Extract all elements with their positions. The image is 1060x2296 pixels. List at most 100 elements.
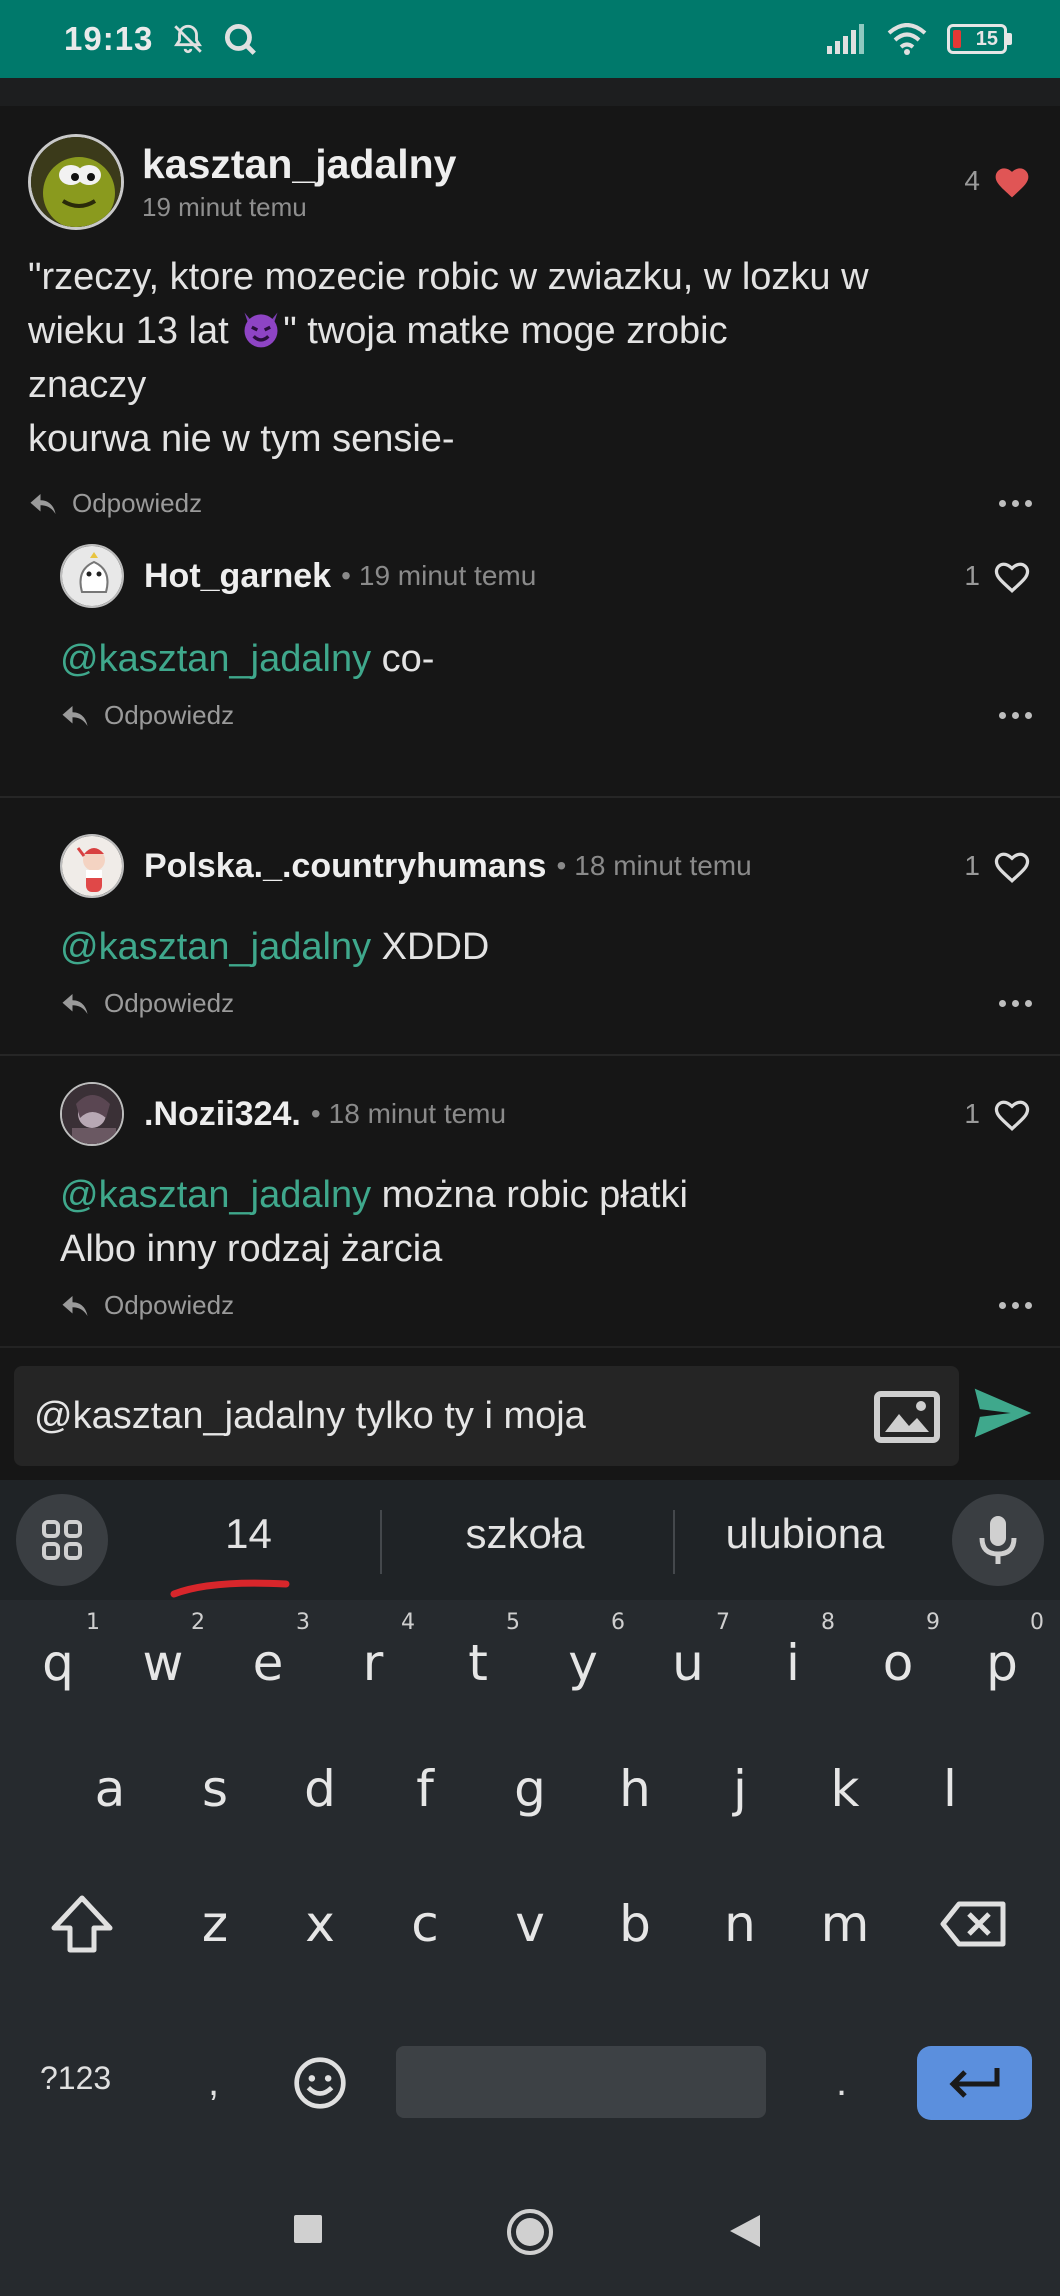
suggestion-divider — [673, 1510, 675, 1574]
comment-text: @kasztan_jadalny można robic płatki Albo… — [60, 1168, 1032, 1276]
key-o[interactable]: o9 — [848, 1604, 948, 1722]
key-k[interactable]: k — [795, 1730, 895, 1848]
nav-back-icon[interactable] — [728, 2213, 762, 2249]
apps-icon[interactable] — [16, 1494, 108, 1586]
heart-icon — [994, 852, 1030, 883]
comment-text-line: można robic płatki — [371, 1174, 688, 1216]
comment-text-line: kourwa nie w tym sensie- — [28, 418, 455, 460]
wifi-icon — [887, 23, 927, 55]
comment-author[interactable]: Polska._.countryhumans — [144, 847, 546, 886]
more-icon[interactable] — [999, 712, 1032, 719]
symbols-key[interactable]: ?123 — [40, 2060, 111, 2097]
comment-author[interactable]: Hot_garnek — [144, 557, 331, 596]
key-b[interactable]: b — [585, 1865, 685, 1983]
more-icon[interactable] — [999, 1302, 1032, 1309]
key-a[interactable]: a — [60, 1730, 160, 1848]
comment-text-line: Albo inny rodzaj żarcia — [60, 1228, 443, 1270]
emoji-icon[interactable] — [270, 2024, 370, 2142]
comment-text: "rzeczy, ktore mozecie robic w zwiazku, … — [28, 250, 1032, 466]
top-strip — [0, 78, 1060, 106]
like-count: 1 — [964, 850, 980, 881]
key-f[interactable]: f — [375, 1730, 475, 1848]
key-r[interactable]: r4 — [323, 1604, 423, 1722]
reply-icon — [62, 1295, 88, 1316]
nav-square-icon[interactable] — [292, 2213, 324, 2245]
backspace-icon[interactable] — [924, 1865, 1024, 1983]
reply-button[interactable]: Odpowiedz — [28, 488, 202, 519]
mention-link[interactable]: @kasztan_jadalny — [60, 638, 371, 680]
shift-icon[interactable] — [32, 1865, 132, 1983]
comment-input[interactable]: @kasztan_jadalny tylko ty i moja — [14, 1366, 959, 1466]
key-x[interactable]: x — [270, 1865, 370, 1983]
comma-key[interactable]: , — [208, 2060, 219, 2105]
suggestion-divider — [380, 1510, 382, 1574]
red-underline-annotation — [170, 1579, 290, 1598]
mention-link[interactable]: @kasztan_jadalny — [60, 926, 371, 968]
send-icon[interactable] — [972, 1386, 1034, 1440]
avatar[interactable] — [60, 1082, 124, 1146]
suggestion-bar: 14 szkoła ulubiona — [0, 1480, 1060, 1600]
comment-time: 19 minut temu — [358, 560, 537, 591]
status-time: 19:13 — [64, 20, 154, 57]
like-button[interactable]: 1 — [964, 1096, 1032, 1132]
like-button[interactable]: 1 — [964, 558, 1032, 594]
key-d[interactable]: d — [270, 1730, 370, 1848]
key-e[interactable]: e3 — [218, 1604, 318, 1722]
reply-label: Odpowiedz — [72, 488, 203, 518]
image-icon[interactable] — [873, 1390, 941, 1444]
key-q[interactable]: q1 — [8, 1604, 108, 1722]
key-u[interactable]: u7 — [638, 1604, 738, 1722]
key-n[interactable]: n — [690, 1865, 790, 1983]
key-s[interactable]: s — [165, 1730, 265, 1848]
suggestion-1[interactable]: 14 — [196, 1510, 301, 1558]
separator-dot: • — [341, 560, 351, 591]
nav-home-icon[interactable] — [505, 2207, 555, 2257]
key-y[interactable]: y6 — [533, 1604, 633, 1722]
like-button[interactable]: 1 — [964, 848, 1032, 884]
comment-thread[interactable]: kasztan_jadalny 19 minut temu 4 "rzeczy,… — [0, 106, 1060, 1346]
comment-author[interactable]: kasztan_jadalny — [142, 141, 457, 188]
key-i[interactable]: i8 — [743, 1604, 843, 1722]
suggestion-2[interactable]: szkoła — [410, 1510, 640, 1558]
reply-button[interactable]: Odpowiedz — [60, 988, 234, 1019]
mic-icon[interactable] — [952, 1494, 1044, 1586]
enter-icon[interactable] — [917, 2046, 1032, 2120]
key-v[interactable]: v — [480, 1865, 580, 1983]
keyboard: 14 szkoła ulubiona q1 w2 e3 r4 t5 y6 u7 … — [0, 1480, 1060, 2163]
reply-button[interactable]: Odpowiedz — [60, 1290, 234, 1321]
comment-text-line: znaczy — [28, 364, 147, 406]
more-icon[interactable] — [999, 500, 1032, 507]
key-w[interactable]: w2 — [113, 1604, 213, 1722]
key-j[interactable]: j — [690, 1730, 790, 1848]
period-key[interactable]: . — [836, 2060, 847, 2105]
comment-text-line: wieku 13 lat — [28, 310, 240, 352]
navigation-bar — [0, 2163, 1060, 2296]
reply-comment: Hot_garnek • 19 minut temu 1 @kasztan_ja… — [0, 538, 1060, 796]
key-p[interactable]: p0 — [952, 1604, 1052, 1722]
signal-icon — [827, 24, 864, 54]
avatar[interactable] — [28, 134, 124, 230]
comment-text-line: XDDD — [371, 926, 490, 968]
more-icon[interactable] — [999, 1000, 1032, 1007]
key-z[interactable]: z — [165, 1865, 265, 1983]
comment-author[interactable]: .Nozii324. — [144, 1095, 301, 1134]
key-l[interactable]: l — [900, 1730, 1000, 1848]
comment-input-bar: @kasztan_jadalny tylko ty i moja — [0, 1346, 1060, 1480]
key-h[interactable]: h — [585, 1730, 685, 1848]
like-button[interactable]: 4 — [964, 163, 1032, 199]
suggestion-3[interactable]: ulubiona — [690, 1510, 920, 1558]
key-g[interactable]: g — [480, 1730, 580, 1848]
space-key[interactable] — [396, 2046, 766, 2118]
mention-link[interactable]: @kasztan_jadalny — [60, 1174, 371, 1216]
avatar[interactable] — [60, 544, 124, 608]
reply-button[interactable]: Odpowiedz — [60, 700, 234, 731]
devil-emoji-icon — [244, 312, 278, 348]
key-t[interactable]: t5 — [428, 1604, 528, 1722]
key-c[interactable]: c — [375, 1865, 475, 1983]
battery-icon: 15 — [947, 24, 1012, 54]
reply-icon — [62, 993, 88, 1014]
comment-text-line: co- — [371, 638, 435, 680]
avatar[interactable] — [60, 834, 124, 898]
key-m[interactable]: m — [795, 1865, 895, 1983]
status-bar: 19:13 15 — [0, 0, 1060, 78]
